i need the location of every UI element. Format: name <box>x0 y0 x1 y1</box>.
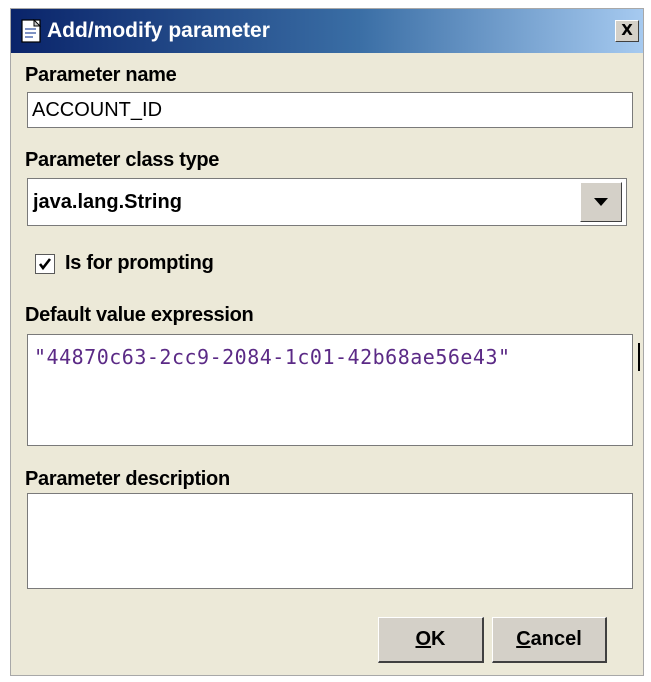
close-button[interactable]: X <box>615 20 639 42</box>
cancel-label-rest: ancel <box>530 628 582 650</box>
text-caret <box>638 343 640 371</box>
parameter-description-textarea[interactable] <box>27 493 633 589</box>
window-title: Add/modify parameter <box>47 19 270 42</box>
ok-mnemonic: O <box>415 628 432 650</box>
default-value-expression-label: Default value expression <box>25 304 254 326</box>
checkmark-icon <box>38 258 52 271</box>
dropdown-button[interactable] <box>580 182 622 222</box>
is-for-prompting-checkbox[interactable] <box>35 254 55 274</box>
parameter-description-label: Parameter description <box>25 468 230 490</box>
close-icon: X <box>621 21 633 39</box>
parameter-class-type-label: Parameter class type <box>25 149 220 171</box>
chevron-down-icon <box>594 198 608 206</box>
default-value-expression-editor[interactable]: "44870c63-2cc9-2084-1c01-42b68ae56e43" <box>27 334 640 446</box>
parameter-class-type-select[interactable]: java.lang.String <box>27 178 627 226</box>
cancel-mnemonic: C <box>516 628 531 650</box>
default-value-expression-text: "44870c63-2cc9-2084-1c01-42b68ae56e43" <box>34 345 511 369</box>
ok-label-rest: K <box>431 628 446 650</box>
title-bar[interactable]: Add/modify parameter X <box>11 9 643 53</box>
document-icon <box>21 18 43 43</box>
class-type-selected-value: java.lang.String <box>33 191 182 213</box>
add-modify-parameter-dialog: Add/modify parameter X Parameter name Pa… <box>10 8 644 676</box>
ok-button[interactable]: OK <box>378 617 484 663</box>
cancel-button[interactable]: Cancel <box>492 617 607 663</box>
parameter-name-label: Parameter name <box>25 64 177 86</box>
parameter-name-input[interactable] <box>27 92 633 128</box>
is-for-prompting-label: Is for prompting <box>65 252 214 274</box>
